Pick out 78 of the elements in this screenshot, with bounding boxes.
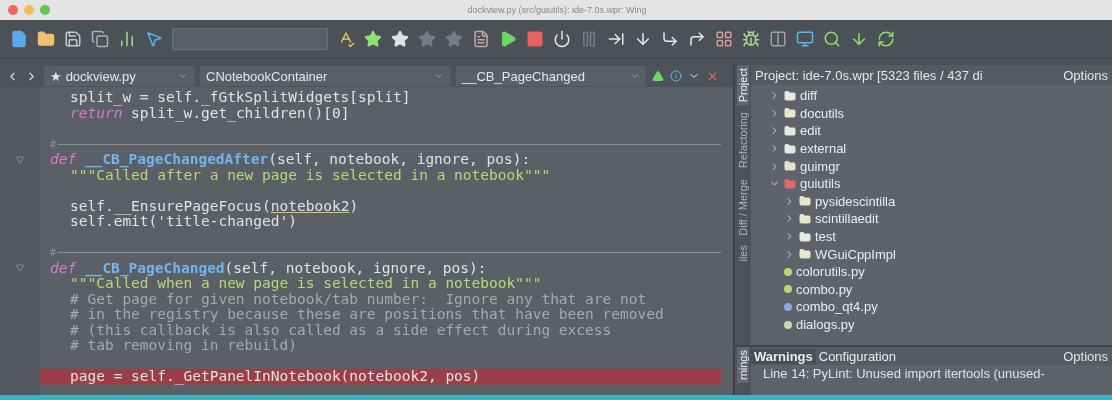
code-line: def __CB_PageChangedAfter(self, notebook, ignore, pos): xyxy=(49,152,532,168)
pause-icon[interactable] xyxy=(580,30,598,48)
comment-marker: # xyxy=(50,138,57,150)
search-field[interactable] xyxy=(172,28,328,50)
tree-item[interactable]: scintillaedit xyxy=(751,210,1112,228)
options-menu[interactable]: Options xyxy=(1063,348,1108,364)
side-tab[interactable]: Diff / Merge xyxy=(737,175,749,239)
tree-item[interactable]: dialogs.py xyxy=(751,315,1112,334)
code-line: # Get page for given notebook/tab number: Ignore any that are not xyxy=(69,291,648,307)
document-icon[interactable] xyxy=(472,30,490,48)
step-into-icon[interactable] xyxy=(634,30,652,48)
close-button[interactable] xyxy=(8,5,18,15)
zoom-button[interactable] xyxy=(40,5,50,15)
tree-item[interactable]: WGuiCppImpl xyxy=(751,245,1112,263)
fold-icon[interactable] xyxy=(16,155,24,164)
refresh-icon[interactable] xyxy=(877,30,895,48)
star-icon[interactable] xyxy=(445,30,463,48)
side-tab[interactable]: Refactoring xyxy=(737,109,749,172)
play-icon[interactable] xyxy=(499,30,517,48)
stop-icon[interactable] xyxy=(526,30,544,48)
tree-item[interactable]: external xyxy=(751,139,1112,158)
code-line: # tab removing in rebuild) xyxy=(69,338,298,354)
code-line: """Called when a new page is selected in a notebook""" xyxy=(69,276,543,292)
star-icon[interactable] xyxy=(418,30,436,48)
step-over-icon[interactable] xyxy=(661,30,679,48)
tree-item[interactable]: pysidescintilla xyxy=(751,192,1112,211)
tree-item[interactable]: combo_qt4.py xyxy=(751,298,1112,316)
tree-item[interactable]: guimgr xyxy=(751,157,1112,175)
code-line: split_w = self._fGtkSplitWidgets[split] xyxy=(69,90,412,106)
new-file-icon[interactable] xyxy=(10,30,28,48)
grid-icon[interactable] xyxy=(715,30,733,48)
chart-icon[interactable] xyxy=(118,30,136,48)
tree-item[interactable]: combo.py xyxy=(751,280,1112,299)
caret-icon xyxy=(630,71,640,81)
panel-tab[interactable]: Warnings xyxy=(751,348,816,364)
code-line: self.emit('title-changed') xyxy=(69,214,298,230)
code-line: self.__EnsurePageFocus(notebook2) xyxy=(69,198,360,214)
code-line: return split_w.get_children()[0] xyxy=(69,105,350,121)
fold-icon[interactable] xyxy=(16,264,24,273)
window-title: dockview.py (src/guiutils): ide-7.0s.wpr: Wing xyxy=(466,5,648,15)
tree-item[interactable]: colorutils.py xyxy=(751,262,1112,281)
columns-icon[interactable] xyxy=(769,30,787,48)
comment-marker: # xyxy=(50,247,57,259)
down-arrow-icon[interactable] xyxy=(850,30,868,48)
project-header: Project: ide-7.0s.wpr [5323 files / 437 di xyxy=(755,67,983,83)
up-icon[interactable] xyxy=(652,70,664,82)
warning-row[interactable]: Line 14: PyLint: Unused import itertools (unused- xyxy=(751,365,1112,382)
class-dropdown[interactable]: CNotebookContainer xyxy=(200,66,450,86)
options-menu[interactable]: Options xyxy=(1063,67,1108,83)
search-icon[interactable] xyxy=(823,30,841,48)
step-icon[interactable] xyxy=(607,30,625,48)
code-line: def __CB_PageChanged(self, notebook, ignore, pos): xyxy=(49,260,488,276)
save-icon[interactable] xyxy=(64,30,82,48)
file-dropdown[interactable]: ★ dockview.py xyxy=(44,66,194,86)
caret-icon xyxy=(178,71,188,81)
code-line: # (this callback is also called as a side effect during excess xyxy=(69,322,613,338)
method-dropdown[interactable]: __CB_PageChanged xyxy=(456,66,646,86)
monitor-icon[interactable] xyxy=(796,30,814,48)
info-icon[interactable] xyxy=(670,70,682,82)
code-line: # in the registry because these are positions that have been removed xyxy=(69,307,665,323)
side-tab[interactable]: iles xyxy=(737,242,749,265)
panel-tab[interactable]: Configuration xyxy=(815,348,900,364)
bug-icon[interactable] xyxy=(742,30,760,48)
tree-item[interactable]: test xyxy=(751,227,1112,246)
copy-icon[interactable] xyxy=(91,30,109,48)
caret-icon xyxy=(434,71,444,81)
code-line: """Called after a new page is selected in a notebook""" xyxy=(69,167,552,183)
tree-item[interactable]: guiutils xyxy=(751,174,1112,193)
step-out-icon[interactable] xyxy=(688,30,706,48)
star-icon[interactable] xyxy=(364,30,382,48)
tree-item[interactable]: edit xyxy=(751,122,1112,140)
tree-item[interactable]: diff xyxy=(751,87,1112,105)
tree-item[interactable]: docutils xyxy=(751,104,1112,123)
folder-icon[interactable] xyxy=(37,30,55,48)
power-icon[interactable] xyxy=(553,30,571,48)
side-tab[interactable]: Project xyxy=(737,65,749,106)
pointer-icon[interactable] xyxy=(145,30,163,48)
side-tab[interactable]: rnings xyxy=(737,347,749,383)
